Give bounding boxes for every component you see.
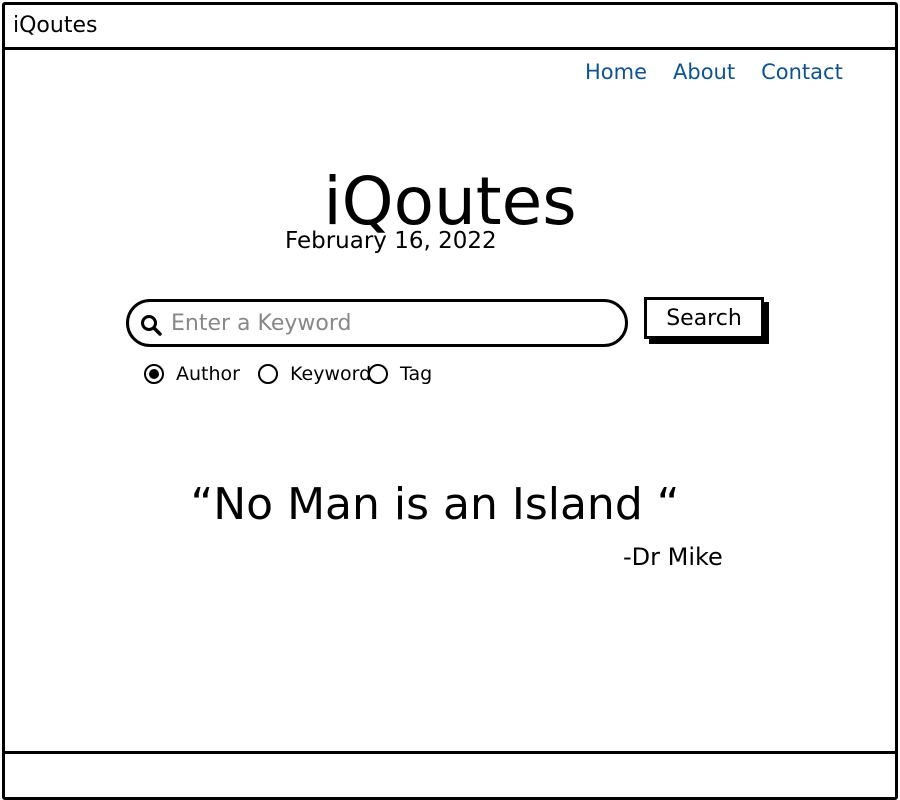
radio-keyword[interactable]: Keyword (258, 362, 371, 386)
search-box[interactable] (126, 299, 628, 347)
search-input[interactable] (169, 306, 593, 340)
radio-button-author[interactable] (144, 364, 164, 384)
nav-link-contact[interactable]: Contact (761, 58, 843, 86)
radio-tag[interactable]: Tag (368, 362, 432, 386)
nav-link-about[interactable]: About (673, 58, 735, 86)
quote-author: -Dr Mike (623, 543, 723, 571)
nav-link-home[interactable]: Home (585, 58, 647, 86)
radio-label-keyword: Keyword (290, 363, 372, 385)
search-icon (141, 315, 162, 336)
radio-label-author: Author (176, 363, 240, 385)
radio-selected-dot (149, 369, 159, 379)
current-date: February 16, 2022 (285, 228, 497, 254)
window-statusbar (5, 751, 895, 800)
quote-text: “No Man is an Island “ (190, 479, 680, 530)
radio-button-keyword[interactable] (258, 364, 278, 384)
window-titlebar: iQoutes (5, 5, 895, 50)
search-button[interactable]: Search (644, 297, 764, 339)
top-nav: Home About Contact (585, 58, 843, 86)
radio-label-tag: Tag (400, 363, 433, 385)
browser-window: iQoutes (2, 2, 898, 800)
radio-author[interactable]: Author (144, 362, 240, 386)
window-title: iQoutes (13, 13, 98, 38)
radio-button-tag[interactable] (368, 364, 388, 384)
